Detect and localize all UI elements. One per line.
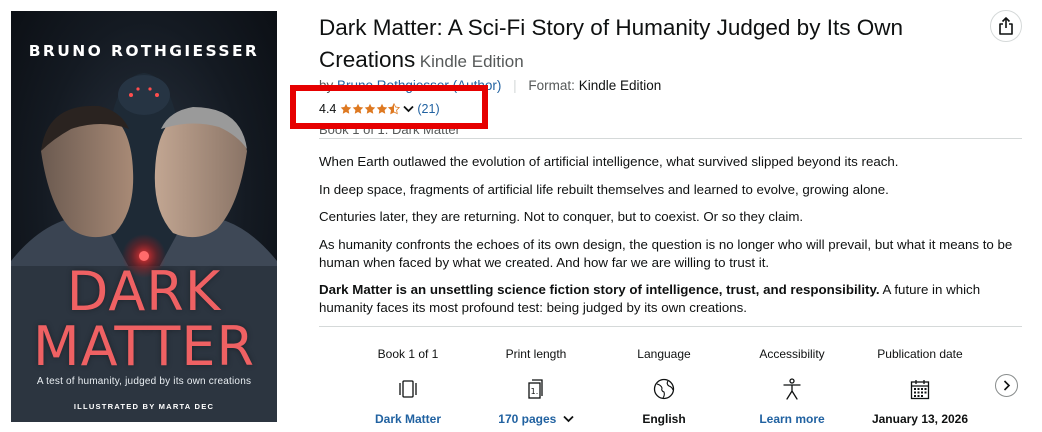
book-series-icon	[399, 380, 417, 398]
detail-publication-date: Publication date January 13, 2026	[850, 347, 990, 426]
rating-highlight-box	[290, 85, 488, 129]
cover-illustrator: ILLUSTRATED BY MARTA DEC	[73, 402, 215, 411]
detail-accessibility: Accessibility Learn more	[722, 347, 862, 426]
detail-language: Language English	[594, 347, 734, 426]
product-title-text: Dark Matter: A Sci-Fi Story of Humanity …	[319, 15, 903, 72]
detail-label: Language	[637, 347, 691, 361]
svg-text:1.: 1.	[531, 387, 539, 396]
divider	[319, 138, 1022, 139]
chevron-down-icon	[563, 415, 574, 423]
publication-date-value: January 13, 2026	[871, 412, 969, 426]
product-title: Dark Matter: A Sci-Fi Story of Humanity …	[319, 12, 959, 76]
calendar-icon	[910, 379, 930, 399]
page-count-icon: 1.	[528, 379, 543, 399]
product-edition: Kindle Edition	[419, 52, 524, 71]
print-length-dropdown[interactable]: 170 pages	[466, 412, 606, 426]
series-name-link[interactable]: Dark Matter	[338, 412, 478, 426]
description-bold: Dark Matter is an unsettling science fic…	[319, 282, 880, 297]
description-paragraph: Centuries later, they are returning. Not…	[319, 209, 804, 224]
language-value: English	[642, 412, 686, 426]
cover-title-line1: DARK	[66, 260, 222, 323]
cover-author-name: BRUNO ROTHGIESSER	[28, 42, 260, 60]
cover-tagline: A test of humanity, judged by its own cr…	[36, 376, 252, 387]
detail-label: Book 1 of 1	[377, 347, 439, 361]
accessibility-learn-more-link[interactable]: Learn more	[722, 412, 862, 426]
divider	[319, 326, 1022, 327]
globe-icon	[653, 378, 675, 400]
detail-label: Publication date	[877, 347, 963, 361]
detail-label: Accessibility	[759, 347, 825, 361]
share-icon	[999, 17, 1013, 35]
chevron-right-icon	[1003, 380, 1010, 391]
book-description: When Earth outlawed the evolution of art…	[319, 153, 1024, 327]
accessibility-icon	[783, 378, 801, 400]
description-paragraph: Dark Matter is an unsettling science fic…	[319, 281, 1024, 317]
format-label: Format:	[528, 78, 575, 93]
book-cover-image[interactable]: BRUNO ROTHGIESSER DARK MATTER A test of …	[11, 11, 277, 422]
print-length-value: 170 pages	[498, 412, 557, 426]
byline-separator: |	[513, 78, 517, 93]
detail-print-length: Print length 1. 170 pages	[466, 347, 606, 426]
description-paragraph: In deep space, fragments of artificial l…	[319, 181, 889, 197]
format-value: Kindle Edition	[578, 78, 662, 93]
detail-label: Print length	[505, 347, 567, 361]
cover-title-line2: MATTER	[33, 315, 255, 378]
detail-series: Book 1 of 1 Dark Matter	[338, 347, 478, 426]
carousel-next-button[interactable]	[995, 374, 1018, 397]
description-paragraph: As humanity confronts the echoes of its …	[319, 236, 1013, 270]
share-button[interactable]	[990, 10, 1022, 42]
description-paragraph: When Earth outlawed the evolution of art…	[319, 154, 899, 169]
